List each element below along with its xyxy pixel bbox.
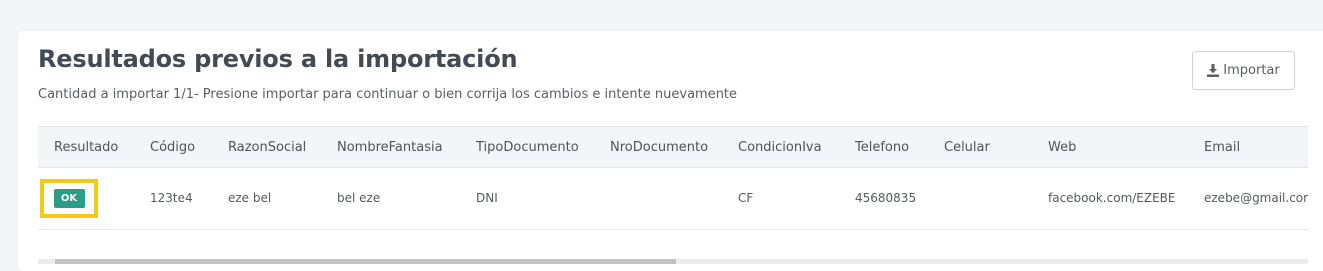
column-header-razon-social[interactable]: RazonSocial <box>212 127 321 168</box>
cell-telefono: 45680835 <box>855 191 917 205</box>
column-header-resultado[interactable]: Resultado <box>38 127 134 168</box>
results-table: Resultado Código RazonSocial NombreFanta… <box>38 127 1308 228</box>
scrollbar-thumb[interactable] <box>55 259 676 264</box>
horizontal-scrollbar[interactable] <box>38 259 1308 264</box>
column-header-nombre-fantasia[interactable]: NombreFantasia <box>321 127 460 168</box>
cell-resultado: OK <box>38 168 134 229</box>
results-table-container: Resultado Código RazonSocial NombreFanta… <box>38 126 1308 230</box>
column-header-condicion-iva[interactable]: CondicionIva <box>722 127 839 168</box>
cell-tipo-documento: DNI <box>476 191 498 205</box>
cell-razon-social: eze bel <box>228 191 272 205</box>
cell-nro-documento <box>594 168 722 229</box>
column-header-email[interactable]: Email <box>1188 127 1308 168</box>
cell-web: facebook.com/EZEBE <box>1048 191 1176 205</box>
cell-celular <box>928 168 1032 229</box>
column-header-codigo[interactable]: Código <box>134 127 212 168</box>
import-button[interactable]: Importar <box>1192 51 1295 90</box>
ok-highlight-box: OK <box>40 178 98 218</box>
import-button-label: Importar <box>1223 63 1280 78</box>
cell-email: ezebe@gmail.com <box>1204 191 1308 205</box>
cell-codigo: 123te4 <box>150 191 193 205</box>
table-header-row: Resultado Código RazonSocial NombreFanta… <box>38 127 1308 168</box>
column-header-tipo-documento[interactable]: TipoDocumento <box>460 127 594 168</box>
column-header-nro-documento[interactable]: NroDocumento <box>594 127 722 168</box>
column-header-web[interactable]: Web <box>1032 127 1188 168</box>
page-title: Resultados previos a la importación <box>38 45 518 73</box>
import-results-card: Resultados previos a la importación Cant… <box>18 31 1323 271</box>
cell-condicion-iva: CF <box>738 191 754 205</box>
column-header-celular[interactable]: Celular <box>928 127 1032 168</box>
page-subtitle: Cantidad a importar 1/1- Presione import… <box>38 87 738 102</box>
download-icon <box>1207 64 1220 77</box>
column-header-telefono[interactable]: Telefono <box>839 127 928 168</box>
cell-nombre-fantasia: bel eze <box>337 191 381 205</box>
status-badge: OK <box>53 188 85 208</box>
table-row[interactable]: OK 123te4 eze bel bel eze DNI CF 4568083… <box>38 168 1308 229</box>
